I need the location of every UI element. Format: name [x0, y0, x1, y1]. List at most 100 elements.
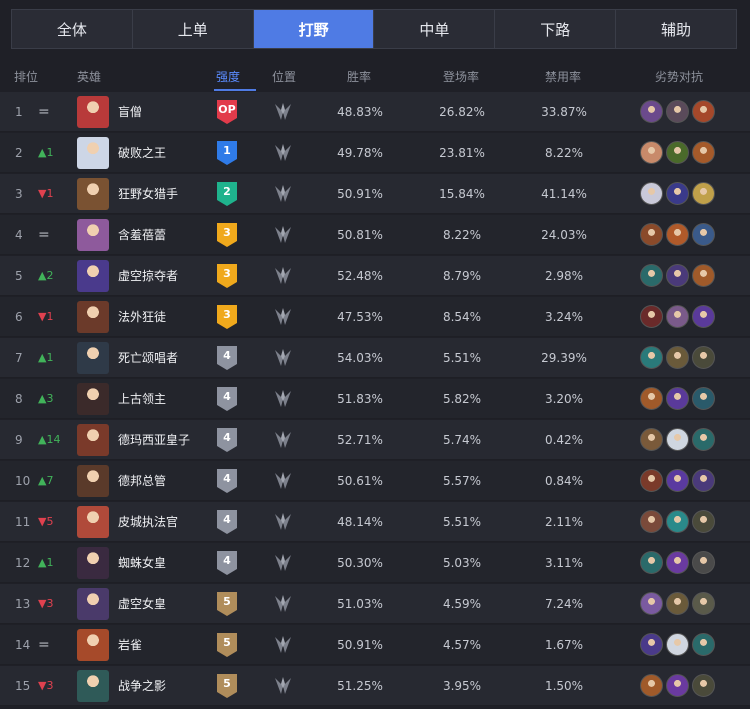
counter-hero-avatar[interactable]	[640, 469, 663, 492]
counter-hero-avatar[interactable]	[692, 592, 715, 615]
hero-portrait[interactable]	[77, 547, 109, 579]
hero-portrait[interactable]	[77, 96, 109, 128]
header-winrate[interactable]: 胜率	[347, 68, 371, 85]
counter-hero-avatar[interactable]	[692, 469, 715, 492]
tab-lane[interactable]: 辅助	[616, 10, 736, 48]
counter-hero-avatar[interactable]	[666, 633, 689, 656]
hero-portrait[interactable]	[77, 301, 109, 333]
counter-hero-avatar[interactable]	[666, 223, 689, 246]
counter-hero-avatar[interactable]	[692, 674, 715, 697]
counter-hero-avatar[interactable]	[692, 141, 715, 164]
hero-name[interactable]: 德邦总管	[118, 461, 166, 501]
counter-hero-avatar[interactable]	[666, 264, 689, 287]
counter-hero-avatar[interactable]	[640, 674, 663, 697]
hero-portrait[interactable]	[77, 260, 109, 292]
counter-hero-avatar[interactable]	[692, 387, 715, 410]
counter-hero-avatar[interactable]	[666, 387, 689, 410]
counter-hero-avatar[interactable]	[692, 100, 715, 123]
hero-name[interactable]: 死亡颂唱者	[118, 338, 178, 378]
counter-hero-avatar[interactable]	[666, 182, 689, 205]
hero-name[interactable]: 盲僧	[118, 92, 142, 132]
table-row[interactable]: 4 = 含羞蓓蕾 3 50.81% 8.22% 24.03%	[0, 215, 750, 255]
counter-hero-avatar[interactable]	[692, 182, 715, 205]
hero-name[interactable]: 皮城执法官	[118, 502, 178, 542]
hero-portrait[interactable]	[77, 178, 109, 210]
counter-hero-avatar[interactable]	[692, 264, 715, 287]
hero-portrait[interactable]	[77, 383, 109, 415]
tab-lane[interactable]: 打野	[253, 10, 375, 48]
table-row[interactable]: 10 ▲7 德邦总管 4 50.61% 5.57% 0.84%	[0, 461, 750, 501]
hero-name[interactable]: 蜘蛛女皇	[118, 543, 166, 583]
counter-hero-avatar[interactable]	[692, 305, 715, 328]
counter-hero-avatar[interactable]	[640, 182, 663, 205]
table-row[interactable]: 2 ▲1 破败之王 1 49.78% 23.81% 8.22%	[0, 133, 750, 173]
hero-portrait[interactable]	[77, 670, 109, 702]
hero-name[interactable]: 含羞蓓蕾	[118, 215, 166, 255]
counter-hero-avatar[interactable]	[640, 141, 663, 164]
hero-portrait[interactable]	[77, 219, 109, 251]
counter-hero-avatar[interactable]	[640, 264, 663, 287]
counter-hero-avatar[interactable]	[692, 223, 715, 246]
counter-hero-avatar[interactable]	[640, 100, 663, 123]
counter-hero-avatar[interactable]	[640, 428, 663, 451]
table-row[interactable]: 11 ▼5 皮城执法官 4 48.14% 5.51% 2.11%	[0, 502, 750, 542]
counter-hero-avatar[interactable]	[692, 510, 715, 533]
counter-hero-avatar[interactable]	[640, 346, 663, 369]
hero-name[interactable]: 法外狂徒	[118, 297, 166, 337]
hero-name[interactable]: 德玛西亚皇子	[118, 420, 190, 460]
counter-hero-avatar[interactable]	[666, 100, 689, 123]
counter-hero-avatar[interactable]	[666, 469, 689, 492]
counter-hero-avatar[interactable]	[666, 428, 689, 451]
counter-hero-avatar[interactable]	[640, 551, 663, 574]
hero-name[interactable]: 战争之影	[118, 666, 166, 706]
table-row[interactable]: 14 = 岩雀 5 50.91% 4.57% 1.67%	[0, 625, 750, 665]
table-row[interactable]: 1 = 盲僧 OP 48.83% 26.82% 33.87%	[0, 92, 750, 132]
counter-hero-avatar[interactable]	[666, 510, 689, 533]
hero-portrait[interactable]	[77, 137, 109, 169]
table-row[interactable]: 8 ▲3 上古领主 4 51.83% 5.82% 3.20%	[0, 379, 750, 419]
counter-hero-avatar[interactable]	[666, 551, 689, 574]
tab-lane[interactable]: 下路	[495, 10, 617, 48]
header-pickrate[interactable]: 登场率	[443, 68, 479, 85]
hero-portrait[interactable]	[77, 588, 109, 620]
hero-portrait[interactable]	[77, 629, 109, 661]
hero-name[interactable]: 上古领主	[118, 379, 166, 419]
table-row[interactable]: 13 ▼3 虚空女皇 5 51.03% 4.59% 7.24%	[0, 584, 750, 624]
counter-hero-avatar[interactable]	[640, 223, 663, 246]
hero-name[interactable]: 岩雀	[118, 625, 142, 665]
counter-hero-avatar[interactable]	[666, 592, 689, 615]
counter-hero-avatar[interactable]	[666, 141, 689, 164]
table-row[interactable]: 12 ▲1 蜘蛛女皇 4 50.30% 5.03% 3.11%	[0, 543, 750, 583]
table-row[interactable]: 15 ▼3 战争之影 5 51.25% 3.95% 1.50%	[0, 666, 750, 706]
counter-hero-avatar[interactable]	[692, 551, 715, 574]
header-banrate[interactable]: 禁用率	[545, 68, 581, 85]
table-row[interactable]: 3 ▼1 狂野女猎手 2 50.91% 15.84% 41.14%	[0, 174, 750, 214]
counter-hero-avatar[interactable]	[666, 346, 689, 369]
counter-hero-avatar[interactable]	[666, 674, 689, 697]
counter-hero-avatar[interactable]	[640, 387, 663, 410]
header-rank[interactable]: 排位	[14, 68, 38, 85]
hero-portrait[interactable]	[77, 506, 109, 538]
table-row[interactable]: 7 ▲1 死亡颂唱者 4 54.03% 5.51% 29.39%	[0, 338, 750, 378]
counter-hero-avatar[interactable]	[640, 633, 663, 656]
table-row[interactable]: 6 ▼1 法外狂徒 3 47.53% 8.54% 3.24%	[0, 297, 750, 337]
counter-hero-avatar[interactable]	[692, 633, 715, 656]
hero-portrait[interactable]	[77, 342, 109, 374]
counter-hero-avatar[interactable]	[640, 592, 663, 615]
hero-portrait[interactable]	[77, 424, 109, 456]
hero-name[interactable]: 狂野女猎手	[118, 174, 178, 214]
table-row[interactable]: 9 ▲14 德玛西亚皇子 4 52.71% 5.74% 0.42%	[0, 420, 750, 460]
tab-lane[interactable]: 中单	[374, 10, 496, 48]
counter-hero-avatar[interactable]	[640, 305, 663, 328]
hero-name[interactable]: 破败之王	[118, 133, 166, 173]
hero-portrait[interactable]	[77, 465, 109, 497]
table-row[interactable]: 5 ▲2 虚空掠夺者 3 52.48% 8.79% 2.98%	[0, 256, 750, 296]
counter-hero-avatar[interactable]	[692, 428, 715, 451]
counter-hero-avatar[interactable]	[666, 305, 689, 328]
tab-lane[interactable]: 上单	[133, 10, 254, 48]
counter-hero-avatar[interactable]	[692, 346, 715, 369]
hero-name[interactable]: 虚空掠夺者	[118, 256, 178, 296]
tab-lane[interactable]: 全体	[12, 10, 133, 48]
counter-hero-avatar[interactable]	[640, 510, 663, 533]
hero-name[interactable]: 虚空女皇	[118, 584, 166, 624]
